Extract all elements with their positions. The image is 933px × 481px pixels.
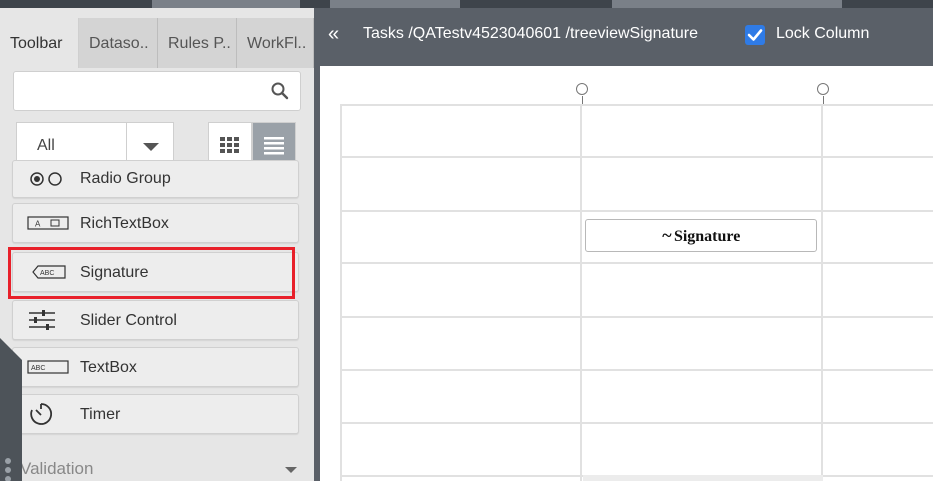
toolbox-item-timer[interactable]: Timer: [12, 394, 299, 434]
top-strip: [0, 0, 933, 8]
signature-control-label: Signature: [673, 228, 741, 245]
section-header-validation[interactable]: Validation: [20, 459, 93, 479]
timer-icon: [30, 403, 53, 425]
scrollbar-thumb[interactable]: [583, 475, 823, 481]
toolbox-item-richtextbox[interactable]: A RichTextBox: [12, 203, 299, 243]
chevron-down-icon: [143, 143, 159, 151]
toolbox-item-label: Slider Control: [80, 312, 177, 329]
tab-datasource[interactable]: Dataso..: [79, 18, 158, 68]
toolbox-item-label: Signature: [80, 264, 149, 281]
signature-icon: ABC: [32, 265, 66, 279]
toolbox-item-radio-group[interactable]: Radio Group: [12, 160, 299, 198]
drag-handle-icon[interactable]: [5, 458, 13, 481]
column-resize-handle[interactable]: [576, 83, 588, 95]
column-resize-handle[interactable]: [817, 83, 829, 95]
slider-control-icon: [29, 310, 55, 330]
breadcrumb: Tasks /QATestv4523040601 /treeviewSignat…: [363, 25, 699, 42]
tab-workflow[interactable]: WorkFl..: [237, 18, 314, 68]
toolbox-item-label: RichTextBox: [80, 215, 169, 232]
toolbox-item-label: Timer: [80, 406, 121, 423]
design-canvas[interactable]: ~ Signature: [320, 66, 933, 481]
search-box: [13, 71, 301, 111]
toolbox-item-label: TextBox: [80, 359, 137, 376]
signature-mark-icon: ~: [661, 225, 672, 245]
richtextbox-icon: A: [27, 216, 69, 230]
search-icon[interactable]: [270, 81, 290, 101]
designer-header: « Tasks /QATestv4523040601 /treeviewSign…: [314, 8, 933, 60]
double-chevron-left-icon[interactable]: «: [328, 23, 339, 46]
toolbox-item-signature[interactable]: ABC Signature: [12, 252, 299, 292]
svg-text:ABC: ABC: [31, 365, 45, 372]
toolbox-item-textbox[interactable]: ABC TextBox: [12, 347, 299, 387]
toolbox-item-label: Radio Group: [80, 170, 171, 187]
svg-text:ABC: ABC: [40, 270, 54, 277]
lock-column-label: Lock Column: [776, 25, 870, 42]
radio-group-icon: [30, 172, 62, 186]
textbox-icon: ABC: [27, 360, 69, 374]
toolbox-panel: Toolbar Dataso.. Rules P.. WorkFl.. All: [0, 8, 314, 481]
panel-tabs: Toolbar Dataso.. Rules P.. WorkFl..: [0, 18, 314, 68]
lock-column-checkbox[interactable]: [745, 25, 765, 45]
tab-rules[interactable]: Rules P..: [158, 18, 237, 68]
search-input[interactable]: [22, 72, 266, 110]
tab-toolbar[interactable]: Toolbar: [0, 18, 79, 68]
svg-text:A: A: [35, 220, 41, 229]
checkmark-icon: [747, 29, 763, 41]
signature-control[interactable]: ~ Signature: [585, 219, 817, 252]
toolbox-item-slider-control[interactable]: Slider Control: [12, 300, 299, 340]
chevron-down-icon[interactable]: [285, 467, 297, 473]
category-filter-value: All: [37, 137, 55, 154]
